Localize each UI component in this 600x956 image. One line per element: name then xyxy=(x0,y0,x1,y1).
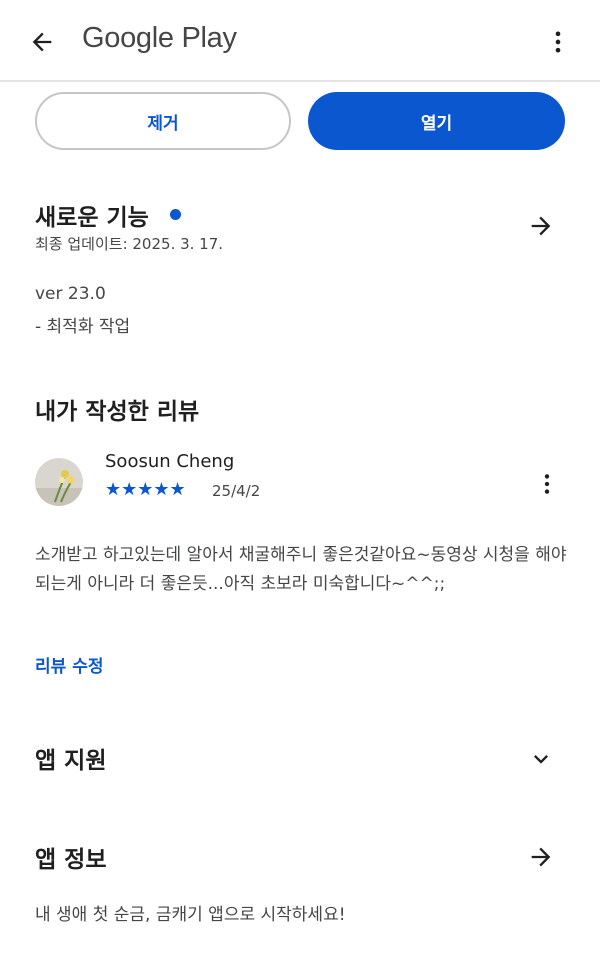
app-support-expand-button[interactable] xyxy=(526,742,556,776)
more-vert-icon xyxy=(544,474,550,494)
app-support-title[interactable]: 앱 지원 xyxy=(35,741,107,775)
edit-review-link[interactable]: 리뷰 수정 xyxy=(35,652,103,677)
whats-new-title: 새로운 기능 xyxy=(35,205,149,231)
my-review-title: 내가 작성한 리뷰 xyxy=(35,399,200,425)
top-app-bar: Google Play xyxy=(0,0,600,82)
star-rating: ★★★★★ xyxy=(105,479,186,500)
last-updated-date: 최종 업데이트: 2025. 3. 17. xyxy=(35,235,224,253)
about-app-button[interactable] xyxy=(526,840,556,874)
app-title: Google Play xyxy=(82,22,237,54)
arrow-forward-icon xyxy=(531,216,551,236)
version-text: ver 23.0 xyxy=(35,284,106,304)
more-options-button[interactable] xyxy=(540,22,576,62)
back-button[interactable] xyxy=(22,22,62,62)
about-app-title[interactable]: 앱 정보 xyxy=(35,840,107,874)
reviewer-name: Soosun Cheng xyxy=(105,451,235,472)
review-date: 25/4/2 xyxy=(212,482,261,500)
review-text: 소개받고 하고있는데 알아서 채굴해주니 좋은것같아요~동영상 시청을 해야 되… xyxy=(35,545,567,594)
more-vert-icon xyxy=(555,31,561,53)
open-button[interactable]: 열기 xyxy=(308,92,565,150)
review-more-button[interactable] xyxy=(532,464,562,504)
change-note: - 최적화 작업 xyxy=(35,317,131,337)
arrow-back-icon xyxy=(32,32,52,52)
about-app-description: 내 생애 첫 순금, 금캐기 앱으로 시작하세요! xyxy=(35,905,346,925)
arrow-forward-icon xyxy=(531,847,551,867)
chevron-down-icon xyxy=(534,755,548,764)
remove-button[interactable]: 제거 xyxy=(35,92,291,150)
whats-new-button[interactable] xyxy=(526,209,556,243)
avatar xyxy=(35,458,83,506)
new-indicator-dot xyxy=(170,209,181,220)
avatar-flower-image xyxy=(35,458,83,506)
